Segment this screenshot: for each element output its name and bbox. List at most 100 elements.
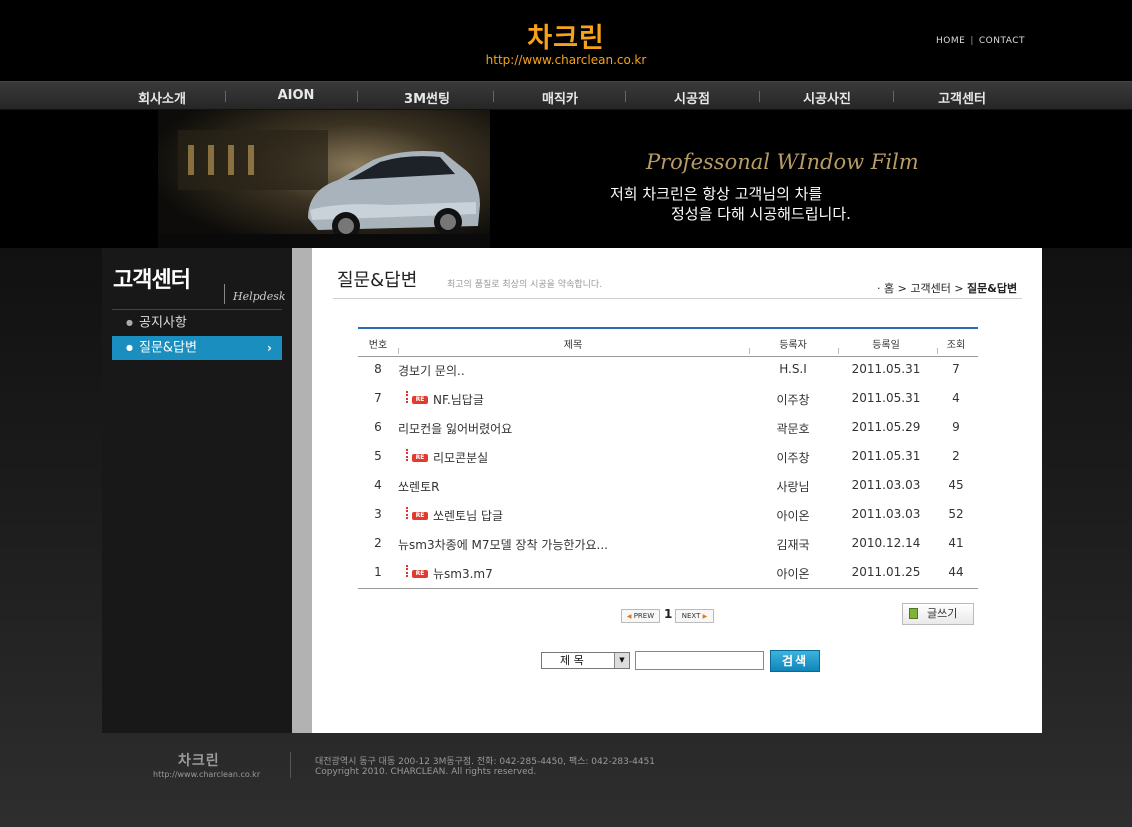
next-label: NEXT [681,612,701,620]
table-row[interactable]: 8 경보기 문의.. H.S.I 2011.05.31 7 [358,355,978,384]
reply-icon: RE [406,507,430,521]
column-header-views: 조회 [946,340,966,351]
breadcrumb-current: 질문&답변 [967,282,1018,295]
row-views: 4 [952,391,960,405]
breadcrumb-bullet: · [877,282,884,295]
search-field-select[interactable]: 제 목 ▼ [541,652,630,669]
write-post-button[interactable]: 글쓰기 [902,603,974,625]
row-date: 2011.03.03 [851,478,921,492]
table-row[interactable]: 1 RE 뉴sm3.m7 아이온 2011.01.25 44 [358,558,978,587]
footer-copyright: Copyright 2010. CHARCLEAN. All rights re… [315,767,537,777]
table-row[interactable]: 4 쏘렌토R 사랑님 2011.03.03 45 [358,471,978,500]
row-views: 2 [952,449,960,463]
column-header-date: 등록일 [872,340,900,351]
row-views: 52 [948,507,964,521]
nav-item-company[interactable]: 회사소개 [107,88,217,107]
breadcrumb: · 홈 > 고객센터 > 질문&답변 [877,280,1017,296]
nav-separator [493,91,494,102]
nav-item-magiccar[interactable]: 매직카 [505,88,615,107]
sidebar-item-qna[interactable]: ● 질문&답변 › [112,336,282,360]
row-number: 2 [374,536,382,550]
column-header-title: 제목 [563,340,583,351]
search-input[interactable] [635,651,764,670]
row-title[interactable]: 리모컨을 잃어버렸어요 [398,420,512,437]
sidebar-item-label: 질문&답변 [138,340,197,356]
nav-item-support[interactable]: 고객센터 [907,88,1017,107]
top-links: HOME | CONTACT [936,36,1025,46]
row-title-text[interactable]: 뉴sm3차종에 M7모델 장착 가능한가요... [398,538,608,552]
page-description: 최고의 품질로 최상의 시공을 약속합니다. [447,280,603,290]
nav-item-aion[interactable]: AION [241,88,351,103]
nav-item-shops[interactable]: 시공점 [637,88,747,107]
row-number: 8 [374,362,382,376]
search-button[interactable]: 검색 [770,650,820,672]
reply-icon: RE [406,391,430,405]
row-title-text[interactable]: 뉴sm3.m7 [433,567,493,581]
row-author: 이주창 [776,393,810,407]
footer-logo: 차크린 [178,753,220,769]
table-row[interactable]: 5 RE 리모콘분실 이주창 2011.05.31 2 [358,442,978,471]
row-author: 아이온 [776,509,810,523]
row-title[interactable]: RE NF.님답글 [398,391,484,408]
breadcrumb-separator: > [894,282,911,295]
row-title-text[interactable]: 쏘렌토R [398,480,439,494]
sidebar-item-notice[interactable]: ● 공지사항 [112,311,282,335]
footer-address: 대전광역시 동구 대동 200-12 3M동구점. 전화: 042-285-44… [315,757,656,767]
row-date: 2011.03.03 [851,507,921,521]
footer-divider [290,752,291,778]
table-bottom-border [358,588,978,589]
page-number-current[interactable]: 1 [664,607,672,621]
sidebar-item-label: 공지사항 [138,315,187,331]
prev-page-button[interactable]: ◀ PREW [621,609,660,623]
chevron-right-icon: › [267,341,272,355]
chevron-down-icon[interactable]: ▼ [614,653,629,668]
banner-text-line1: 저희 차크린은 항상 고객님의 차를 [610,185,823,203]
contact-link[interactable]: CONTACT [979,36,1025,46]
nav-separator [625,91,626,102]
row-title[interactable]: 뉴sm3차종에 M7모델 장착 가능한가요... [398,536,608,553]
triangle-right-icon: ▶ [702,613,708,620]
row-title[interactable]: RE 리모콘분실 [398,449,488,466]
next-page-button[interactable]: NEXT ▶ [675,609,714,623]
row-number: 7 [374,391,382,405]
row-title-text[interactable]: 경보기 문의.. [398,364,465,378]
table-top-border [358,327,978,329]
breadcrumb-support[interactable]: 고객센터 [910,282,950,295]
row-title[interactable]: 경보기 문의.. [398,362,465,379]
site-url[interactable]: http://www.charclean.co.kr [0,53,1132,67]
bullet-icon: ● [126,318,133,327]
row-title[interactable]: RE 뉴sm3.m7 [398,565,493,582]
row-number: 1 [374,565,382,579]
row-date: 2010.12.14 [851,536,921,550]
banner-tagline: Professonal WIndow Film [646,150,919,174]
row-views: 9 [952,420,960,434]
breadcrumb-separator: > [950,282,968,295]
row-title-text[interactable]: 쏘렌토님 답글 [433,509,503,523]
content-left-strip [292,248,312,733]
banner-car-image [158,110,490,248]
row-author: 사랑님 [776,480,810,494]
home-link[interactable]: HOME [936,36,965,46]
breadcrumb-home[interactable]: 홈 [884,282,894,295]
table-row[interactable]: 3 RE 쏘렌토님 답글 아이온 2011.03.03 52 [358,500,978,529]
row-title-text[interactable]: NF.님답글 [433,393,484,407]
row-title[interactable]: RE 쏘렌토님 답글 [398,507,503,524]
table-row[interactable]: 2 뉴sm3차종에 M7모델 장착 가능한가요... 김재국 2010.12.1… [358,529,978,558]
page-title: 질문&답변 [337,270,418,291]
nav-item-gallery[interactable]: 시공사진 [772,88,882,107]
table-row[interactable]: 7 RE NF.님답글 이주창 2011.05.31 4 [358,384,978,413]
nav-item-3m-tinting[interactable]: 3M썬팅 [372,88,482,107]
row-title-text[interactable]: 리모컨을 잃어버렸어요 [398,422,512,436]
sidebar-title: 고객센터 [113,268,191,293]
nav-separator [759,91,760,102]
row-title-text[interactable]: 리모콘분실 [433,451,488,465]
row-views: 45 [948,478,964,492]
row-title[interactable]: 쏘렌토R [398,478,439,495]
triangle-left-icon: ◀ [626,613,632,620]
nav-separator [225,91,226,102]
sidebar-rule [112,309,282,310]
column-header-author: 등록자 [779,340,807,351]
table-row[interactable]: 6 리모컨을 잃어버렸어요 곽문호 2011.05.29 9 [358,413,978,442]
row-number: 5 [374,449,382,463]
row-date: 2011.05.31 [851,449,921,463]
